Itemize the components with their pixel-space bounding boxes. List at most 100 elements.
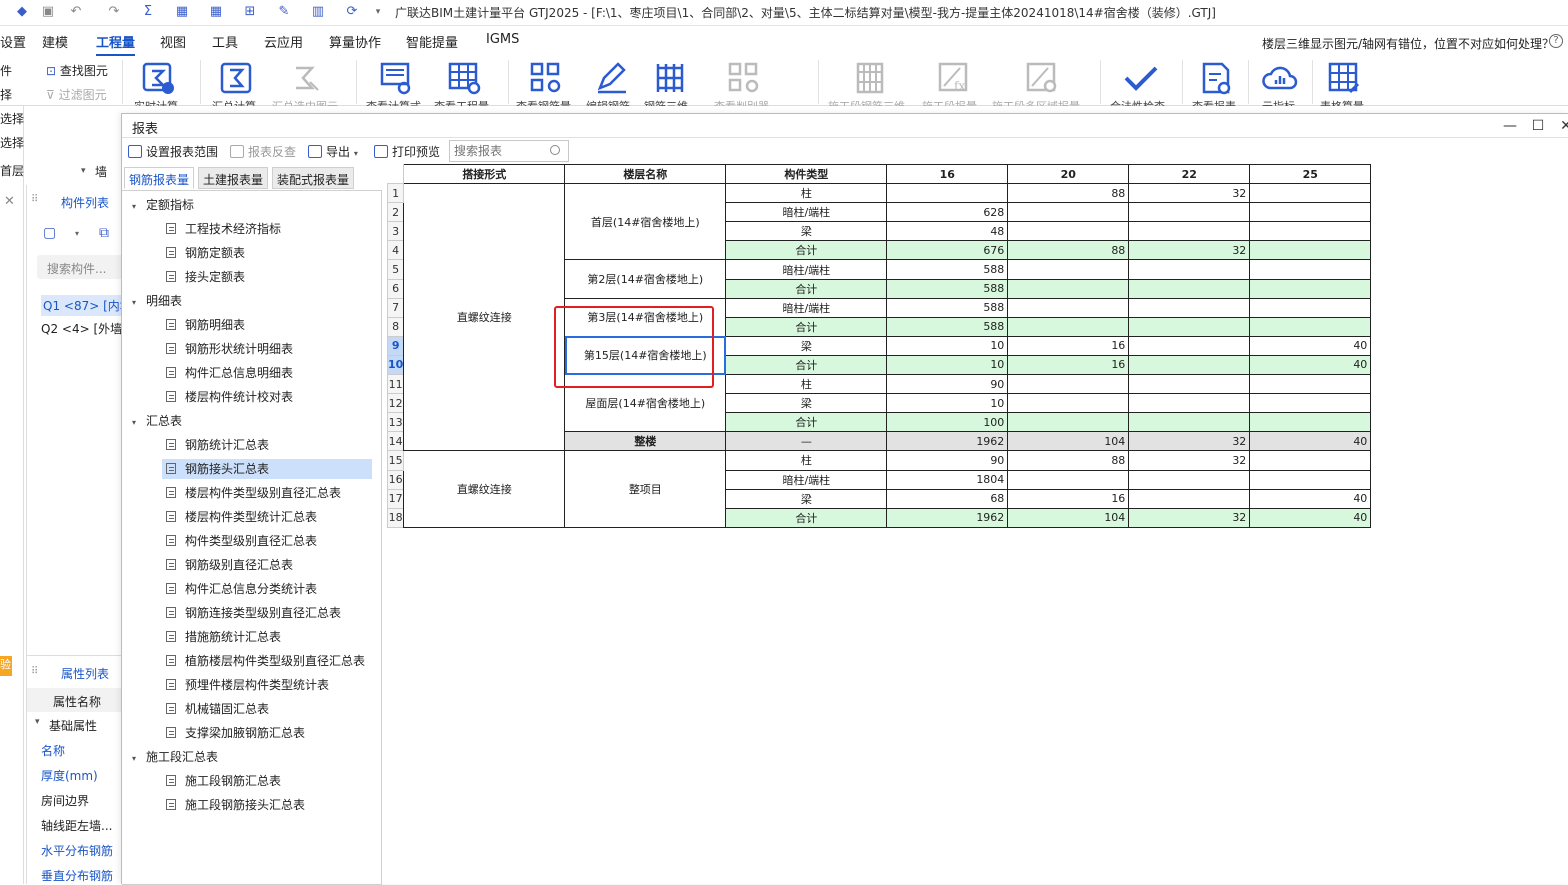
column-header[interactable]: 20 [1007, 163, 1130, 185]
report-reverse-button[interactable]: 报表反查 [230, 143, 296, 160]
tree-item[interactable]: 钢筋统计汇总表 [166, 435, 269, 455]
value-cell[interactable]: 88 [1007, 450, 1130, 471]
tree-item[interactable]: 楼层构件类型级别直径汇总表 [166, 483, 341, 503]
ribbon-left-item[interactable]: 择 [0, 86, 12, 103]
value-cell[interactable]: 32 [1128, 507, 1251, 528]
component-type-cell[interactable]: 梁 [725, 335, 888, 356]
floor-name-cell[interactable]: 第2层(14#宿舍楼地上) [564, 259, 727, 299]
row-number[interactable]: 9 [386, 335, 405, 356]
table-row[interactable]: 1 直螺纹连接 首层(14#宿舍楼地上) 柱 88 32 [386, 183, 1372, 452]
tree-item[interactable]: 钢筋形状统计明细表 [166, 339, 293, 359]
component-search-input[interactable]: 搜索构件... [37, 255, 127, 279]
select-option[interactable]: 选择 [0, 134, 24, 151]
menu-cloud[interactable]: 云应用 [264, 32, 303, 51]
realtime-calc-button[interactable] [138, 58, 178, 98]
maximize-icon[interactable]: ☐ [1528, 116, 1548, 136]
row-number[interactable]: 6 [386, 278, 405, 299]
value-cell[interactable]: 32 [1128, 450, 1251, 471]
component-type-cell[interactable]: 合计 [725, 354, 888, 376]
tree-item[interactable]: 构件类型级别直径汇总表 [166, 531, 317, 551]
value-cell[interactable]: 10 [886, 393, 1009, 414]
view-quantity-button[interactable] [444, 58, 484, 98]
value-cell[interactable] [1007, 374, 1130, 395]
value-cell[interactable] [1249, 202, 1372, 223]
row-number[interactable]: 10 [386, 354, 405, 376]
column-header[interactable]: 22 [1128, 163, 1251, 185]
value-cell[interactable]: 32 [1128, 431, 1251, 452]
cloud-index-button[interactable] [1260, 58, 1300, 98]
edit-icon[interactable]: ✎ [274, 3, 294, 21]
value-cell[interactable] [1249, 240, 1372, 261]
component-type-cell[interactable]: 合计 [725, 316, 888, 337]
row-number[interactable]: 2 [386, 202, 405, 223]
tree-item[interactable]: 支撑梁加腋钢筋汇总表 [166, 723, 305, 743]
tree-group[interactable]: ▾ 定额指标 [132, 195, 194, 215]
row-number[interactable]: 1 [386, 183, 405, 204]
value-cell[interactable]: 10 [886, 354, 1009, 376]
value-cell[interactable] [1249, 374, 1372, 395]
component-type-cell[interactable]: 梁 [725, 221, 888, 242]
value-cell[interactable] [1128, 202, 1251, 223]
value-cell[interactable] [1249, 221, 1372, 242]
value-cell[interactable]: 40 [1249, 335, 1372, 356]
value-cell[interactable]: 16 [1007, 335, 1130, 356]
column-header[interactable]: 搭接形式 [403, 163, 566, 185]
floor-name-cell[interactable]: 整项目 [564, 450, 727, 528]
view-report-button[interactable] [1196, 58, 1236, 98]
value-cell[interactable]: 588 [886, 278, 1009, 299]
tree-item[interactable]: 施工段钢筋汇总表 [166, 771, 281, 791]
value-cell[interactable]: 40 [1249, 488, 1372, 509]
tree-item[interactable]: 钢筋明细表 [166, 315, 245, 335]
segment-report-button[interactable]: fx [934, 58, 974, 98]
value-cell[interactable]: 1804 [886, 469, 1009, 490]
property-thickness[interactable]: 厚度(mm) [41, 767, 98, 784]
new-dropdown-icon[interactable]: ▾ [75, 229, 79, 238]
property-name[interactable]: 名称 [41, 742, 65, 759]
new-component-icon[interactable]: ▢ [43, 225, 56, 241]
tree-item[interactable]: 钢筋接头汇总表 [162, 459, 372, 479]
menu-view[interactable]: 视图 [160, 32, 186, 51]
component-type-cell[interactable]: 柱 [725, 374, 888, 395]
table-row[interactable]: 15 直螺纹连接 整项目柱 90 88 32 [386, 450, 1372, 528]
component-type-cell[interactable]: 柱 [725, 183, 888, 204]
tab-rebar-report[interactable]: 钢筋报表量 [124, 167, 195, 189]
value-cell[interactable] [1007, 278, 1130, 299]
minimize-icon[interactable]: — [1500, 116, 1520, 136]
value-cell[interactable]: 90 [886, 450, 1009, 471]
menu-model[interactable]: 建模 [42, 32, 68, 51]
help-icon[interactable]: ? [1549, 34, 1563, 48]
value-cell[interactable]: 10 [886, 335, 1009, 356]
component-item[interactable]: Q1 <87> [内墙 [41, 295, 134, 316]
column-header[interactable]: 楼层名称 [564, 163, 727, 185]
tree-item[interactable]: 钢筋连接类型级别直径汇总表 [166, 603, 341, 623]
component-type-cell[interactable]: 暗柱/端柱 [725, 259, 888, 280]
copy-component-icon[interactable]: ⧉ [99, 225, 109, 241]
value-cell[interactable] [1128, 335, 1251, 356]
set-report-range-button[interactable]: 设置报表范围 [128, 143, 218, 160]
drag-handle-icon[interactable]: ⠿ [31, 666, 38, 677]
value-cell[interactable] [1007, 469, 1130, 490]
value-cell[interactable]: 16 [1007, 354, 1130, 376]
component-type-cell[interactable]: 合计 [725, 507, 888, 528]
value-cell[interactable] [1249, 393, 1372, 414]
value-cell[interactable] [1128, 412, 1251, 433]
export-dropdown-icon[interactable]: ▾ [354, 149, 358, 158]
tree-item[interactable]: 植筋楼层构件类型级别直径汇总表 [166, 651, 365, 671]
value-cell[interactable]: 68 [886, 488, 1009, 509]
tree-item[interactable]: 接头定额表 [166, 267, 245, 287]
select-option[interactable]: 选择 [0, 110, 24, 127]
segment-rebar-3d-button[interactable] [850, 58, 890, 98]
rebar-icon[interactable]: ▥ [308, 3, 328, 21]
value-cell[interactable] [1249, 469, 1372, 490]
value-cell[interactable] [1249, 450, 1372, 471]
component-type-cell[interactable]: 暗柱/端柱 [725, 469, 888, 490]
row-number[interactable]: 7 [386, 297, 405, 318]
value-cell[interactable] [1007, 316, 1130, 337]
row-number[interactable]: 18 [386, 507, 405, 528]
check-tag[interactable]: 验 [0, 656, 12, 676]
collapse-icon[interactable]: ▾ [132, 293, 142, 313]
component-type-cell[interactable]: 合计 [725, 240, 888, 261]
close-icon[interactable]: ✕ [4, 194, 15, 209]
property-horizontal-rebar[interactable]: 水平分布钢筋 [41, 842, 113, 859]
segment-multi-area-button[interactable] [1022, 58, 1062, 98]
